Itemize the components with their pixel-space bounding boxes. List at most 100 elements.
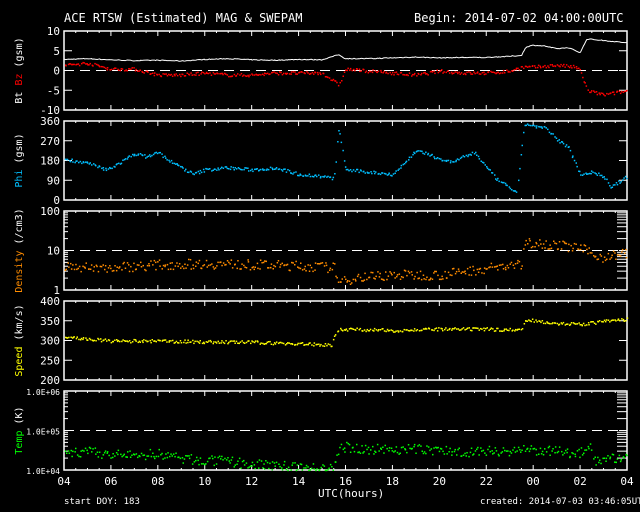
temp-temp-point [149,448,152,451]
phi-phi-point [626,177,628,180]
speed-speed-point [588,324,590,326]
speed-speed-point [561,323,563,325]
temp-temp-point [497,453,500,456]
temp-temp-point [430,448,433,450]
density-density-point [97,270,100,273]
speed-speed-point [73,336,75,338]
phi-phi-point [185,168,187,171]
speed-speed-point [386,328,389,331]
phi-phi-point [447,159,450,162]
temp-temp-point [95,453,97,455]
speed-speed-point [444,328,446,331]
density-density-point [615,258,617,260]
mag-bz-point [542,65,545,68]
mag-bz-point [521,66,523,68]
temp-temp-point [425,452,427,455]
density-density-point [167,268,170,271]
temp-temp-point [487,448,489,451]
density-density-point [84,267,86,269]
temp-temp-point [152,452,154,454]
ace-plot: 1050-5-10Bt Bz (gsm)360270180900Phi (gsm… [14,25,634,488]
phi-phi-point [247,167,249,169]
speed-speed-point [492,328,494,330]
temp-temp-point [456,454,458,456]
mag-bz-point [290,73,292,75]
phi-phi-point [351,170,353,173]
temp-temp-point [102,454,105,456]
speed-speed-point [269,340,271,343]
phi-phi-point [405,160,408,163]
phi-phi-point [408,159,410,161]
speed-speed-point [104,338,107,340]
density-density-point [212,266,215,268]
speed-speed-point [124,340,127,342]
temp-tick-label: 1.0E+05 [26,428,60,437]
phi-phi-point [602,176,604,179]
density-density-point [195,265,197,267]
density-density-point [396,274,399,276]
mag-bz-point [88,64,90,66]
density-density-point [419,270,422,273]
density-density-point [185,267,187,269]
phi-phi-point [338,130,340,132]
temp-temp-point [423,451,426,453]
speed-speed-point [514,328,517,331]
density-axis-label: Density (/cm3) [14,208,25,292]
mag-bz-point [411,73,414,76]
temp-temp-point [492,453,494,455]
speed-speed-point [337,330,340,332]
density-density-point [404,270,407,272]
temp-temp-point [454,448,456,451]
speed-speed-point [127,340,129,343]
temp-temp-point [271,461,274,463]
temp-temp-point [243,459,245,462]
speed-speed-point [542,322,545,325]
speed-speed-point [272,343,275,346]
density-density-point [447,271,450,274]
phi-phi-point [98,165,101,168]
axis-label-part: Bz [14,74,25,92]
phi-phi-point [395,170,397,172]
density-density-point [96,265,98,268]
speed-speed-point [334,334,337,336]
temp-temp-point [370,449,372,451]
density-density-point [433,272,435,274]
mag-bz-point [358,68,361,70]
density-density-point [305,270,307,272]
phi-phi-point [477,155,480,158]
temp-temp-point [367,446,370,449]
phi-phi-point [518,179,520,182]
phi-phi-point [344,166,347,168]
x-tick-label: 04 [57,475,71,488]
phi-phi-point [232,166,234,169]
phi-phi-point [403,163,406,165]
phi-phi-point [418,150,420,152]
temp-temp-point [609,456,612,458]
speed-speed-point [607,319,610,321]
mag-bz-point [330,79,332,81]
density-density-point [314,262,317,264]
density-density-point [510,261,513,264]
temp-tick-label: 1.0E+04 [26,467,60,476]
temp-temp-point [224,457,226,460]
mag-bz-point [83,62,86,64]
mag-bz-point [263,74,265,77]
temp-temp-point [364,444,367,447]
speed-speed-point [103,339,105,341]
temp-temp-point [378,450,380,452]
mag-bz-point [512,70,514,72]
mag-bz-point [567,65,570,68]
mag-bz-point [503,72,506,74]
x-tick-label: 16 [339,475,352,488]
mag-bz-point [103,66,106,69]
phi-phi-point [288,169,291,172]
mag-bz-point [168,73,170,76]
temp-temp-point [202,463,204,465]
temp-temp-point [429,449,431,452]
phi-phi-point [606,178,608,181]
temp-temp-point [478,454,480,456]
density-density-point [549,244,551,246]
density-density-point [607,252,610,255]
temp-temp-point [211,455,213,457]
phi-phi-point [555,137,558,139]
